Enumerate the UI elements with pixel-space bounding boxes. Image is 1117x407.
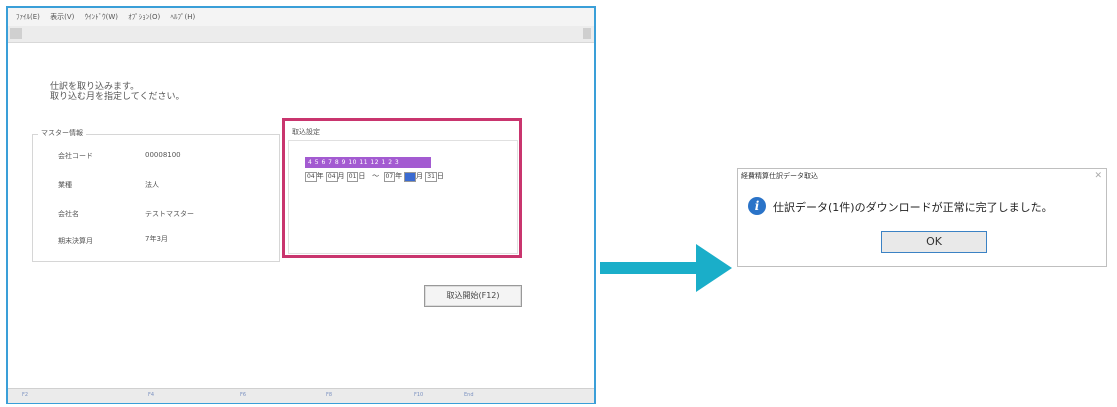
fiscal-month-value: 7年3月 [145,235,168,243]
year-label: 年 [316,172,324,180]
menu-help[interactable]: ﾍﾙﾌﾟ(H) [170,12,195,22]
range-tilde: ～ [372,172,380,180]
function-key-bar: F2 F4 F6 F8 F10 End [8,388,594,403]
end-year-field[interactable]: 07 [383,172,396,182]
company-code-label: 会社コード [58,152,93,160]
fiscal-month-label: 期末決算月 [58,237,93,245]
instruction-line-1: 仕訳を取り込みます。 [50,82,140,92]
start-import-button[interactable]: 取込開始(F12) [424,285,522,307]
close-icon[interactable]: ✕ [1094,171,1102,181]
company-code-value: 00008100 [145,151,181,159]
instruction-line-2: 取り込む月を指定してください。 [50,92,185,102]
fkey-f4[interactable]: F4 [148,392,154,398]
day-label: 日 [358,172,366,180]
fkey-f2[interactable]: F2 [22,392,28,398]
menu-options[interactable]: ｵﾌﾟｼｮﾝ(O) [128,12,160,22]
toolbar [8,26,594,43]
menu-view[interactable]: 表示(V) [50,12,74,22]
master-info-legend: マスター情報 [38,128,86,138]
fkey-f8[interactable]: F8 [326,392,332,398]
highlight-frame [282,118,522,258]
month-selector-labels: 4 5 6 7 8 9 10 11 12 1 2 3 [308,159,400,166]
start-month-field[interactable]: 04 [325,172,338,182]
date-range-row: 04 年 04 月 01 日 ～ 07 年 03 月 31 日 [305,171,444,182]
arrow-shaft [600,262,698,274]
month-label: 月 [416,172,424,180]
fkey-f6[interactable]: F6 [240,392,246,398]
day-label: 日 [436,172,444,180]
end-month-field[interactable]: 03 [404,172,417,182]
info-icon: i [748,197,766,215]
industry-label: 業種 [58,181,72,189]
year-label: 年 [395,172,403,180]
completion-dialog: 経費精算仕訳データ取込 ✕ i 仕訳データ(1件)のダウンロードが正常に完了しま… [737,168,1107,267]
industry-value: 法人 [145,181,159,189]
toolbar-handle [10,28,22,39]
menu-bar: ﾌｧｲﾙ(E) 表示(V) ｳｲﾝﾄﾞｳ(W) ｵﾌﾟｼｮﾝ(O) ﾍﾙﾌﾟ(H… [8,8,594,26]
company-name-value: テストマスター [145,210,194,218]
end-day-field[interactable]: 31 [425,172,437,182]
month-label: 月 [337,172,345,180]
fkey-end[interactable]: End [464,392,474,398]
dialog-message: 仕訳データ(1件)のダウンロードが正常に完了しました。 [773,201,1053,214]
toolbar-scroll-handle[interactable] [583,28,591,39]
import-settings-legend: 取込設定 [292,128,320,136]
start-year-field[interactable]: 04 [305,172,317,182]
month-selector[interactable]: 4 5 6 7 8 9 10 11 12 1 2 3 [305,157,431,168]
dialog-title: 経費精算仕訳データ取込 [741,172,818,180]
instruction-text: 仕訳を取り込みます。 取り込む月を指定してください。 [50,82,184,102]
company-name-label: 会社名 [58,210,79,218]
ok-button[interactable]: OK [881,231,987,253]
start-day-field[interactable]: 01 [346,172,359,182]
menu-window[interactable]: ｳｲﾝﾄﾞｳ(W) [85,12,118,22]
menu-file[interactable]: ﾌｧｲﾙ(E) [16,12,40,22]
arrow-right-icon [696,244,732,292]
fkey-f10[interactable]: F10 [414,392,423,398]
